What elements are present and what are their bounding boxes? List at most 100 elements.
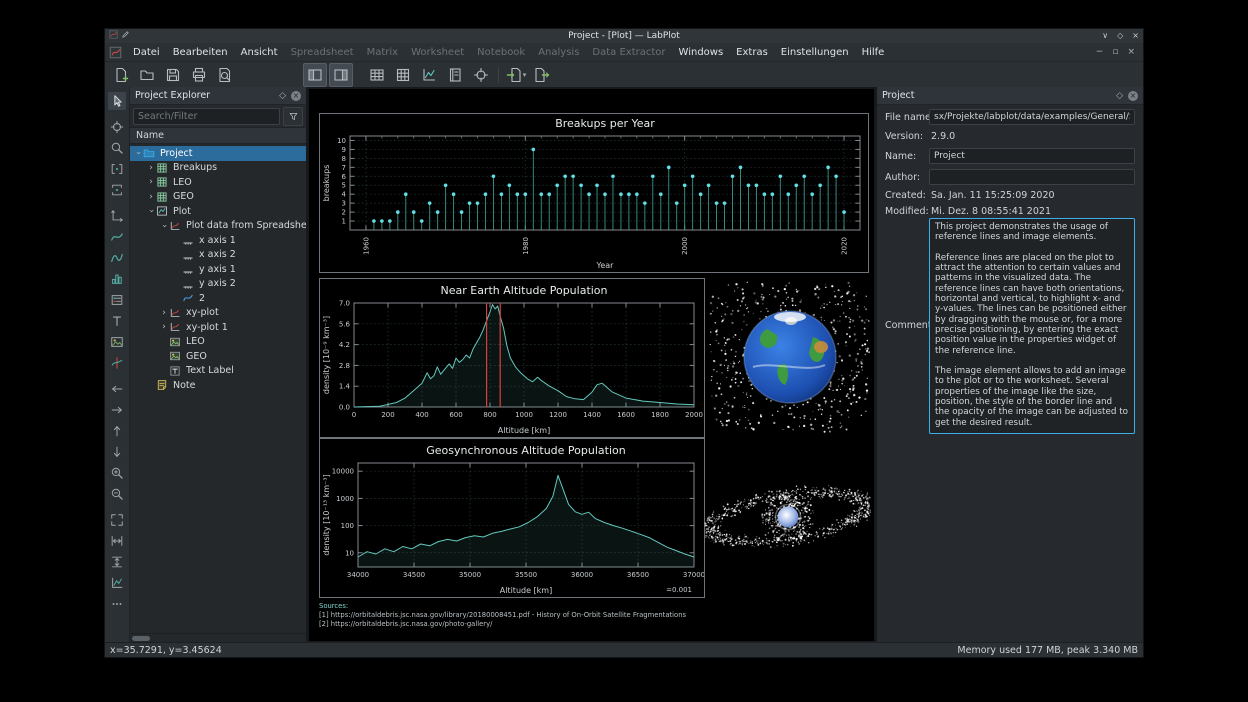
- menu-notebook[interactable]: Notebook: [471, 44, 531, 61]
- tree-item-y-axis-1[interactable]: ›y axis 1: [130, 262, 306, 277]
- scrollbar-thumb[interactable]: [132, 636, 150, 641]
- project-explorer-header[interactable]: Project Explorer ◇ ×: [130, 87, 306, 105]
- geosynchronous-altitude-plot[interactable]: 3400034500350003550036000365003700010100…: [319, 438, 705, 598]
- auto-scale-tool-button[interactable]: [108, 511, 126, 529]
- zoom-out-tool-button[interactable]: [108, 485, 126, 503]
- add-histogram-tool-button[interactable]: [108, 270, 126, 288]
- tree-item-y-axis-2[interactable]: ›y axis 2: [130, 277, 306, 292]
- menu-datei[interactable]: Datei: [127, 44, 166, 61]
- mdi-restore-button[interactable]: ▫: [1108, 47, 1122, 57]
- shift-left-tool-button[interactable]: [108, 380, 126, 398]
- select-tool-button[interactable]: [108, 92, 126, 110]
- worksheet-canvas[interactable]: 196019802000202012345678910Breakups per …: [309, 89, 874, 641]
- data-extractor-button[interactable]: [469, 63, 493, 87]
- tree-item-xy-plot[interactable]: ›xy-plot: [130, 306, 306, 321]
- menu-windows[interactable]: Windows: [673, 44, 730, 61]
- file-name-input[interactable]: [929, 109, 1135, 125]
- tree-item-geo[interactable]: ›GEO: [130, 190, 306, 205]
- float-dock-icon[interactable]: ◇: [1116, 91, 1123, 101]
- tree-item-note[interactable]: ›Note: [130, 378, 306, 393]
- crosshair-tool-button[interactable]: [108, 118, 126, 136]
- tree-expander-icon[interactable]: ›: [159, 322, 169, 332]
- shift-right-tool-button[interactable]: [108, 401, 126, 419]
- add-equation-curve-tool-button[interactable]: [108, 249, 126, 267]
- close-dock-icon[interactable]: ×: [291, 91, 301, 101]
- zoom-y-select-tool-button[interactable]: [108, 181, 126, 199]
- tree-item-breakups[interactable]: ›Breakups: [130, 161, 306, 176]
- new-matrix-button[interactable]: [391, 63, 415, 87]
- worksheet-view[interactable]: 196019802000202012345678910Breakups per …: [307, 87, 876, 643]
- float-dock-icon[interactable]: ◇: [279, 91, 286, 101]
- add-curve-tool-button[interactable]: [108, 228, 126, 246]
- properties-header[interactable]: Project ◇ ×: [877, 87, 1143, 105]
- tree-expander-icon[interactable]: ›: [133, 148, 143, 158]
- save-project-button[interactable]: [161, 63, 185, 87]
- menu-hilfe[interactable]: Hilfe: [856, 44, 891, 61]
- menu-data-extractor[interactable]: Data Extractor: [586, 44, 671, 61]
- search-filter-input[interactable]: [133, 108, 280, 125]
- minimize-button[interactable]: ∨: [1102, 29, 1108, 43]
- tree-item-x-axis-1[interactable]: ›x axis 1: [130, 233, 306, 248]
- toggle-properties-dock-button[interactable]: [329, 63, 353, 87]
- geo-debris-image[interactable]: [704, 441, 872, 593]
- zoom-in-tool-button[interactable]: [108, 464, 126, 482]
- toggle-project-explorer-button[interactable]: [303, 63, 327, 87]
- tree-item-plot[interactable]: ›Plot: [130, 204, 306, 219]
- add-reference-line-tool-button[interactable]: [108, 354, 126, 372]
- mdi-close-button[interactable]: ×: [1123, 47, 1139, 57]
- auto-scale-y-tool-button[interactable]: [108, 553, 126, 571]
- tree-item-leo[interactable]: ›LEO: [130, 175, 306, 190]
- menu-spreadsheet[interactable]: Spreadsheet: [285, 44, 360, 61]
- add-text-label-tool-button[interactable]: [108, 312, 126, 330]
- menu-worksheet[interactable]: Worksheet: [405, 44, 470, 61]
- tree-item-plot-data-from-spreadsheet[interactable]: ›Plot data from Spreadsheet: [130, 219, 306, 234]
- zoom-select-tool-button[interactable]: [108, 139, 126, 157]
- tree-expander-icon[interactable]: ›: [159, 221, 169, 231]
- tree-expander-icon[interactable]: ›: [146, 163, 156, 173]
- tree-expander-icon[interactable]: ›: [146, 192, 156, 202]
- comment-textarea[interactable]: This project demonstrates the usage of r…: [929, 218, 1135, 434]
- close-dock-icon[interactable]: ×: [1128, 91, 1138, 101]
- tree-item-project[interactable]: ›Project: [130, 146, 306, 161]
- menu-extras[interactable]: Extras: [730, 44, 774, 61]
- import-button[interactable]: ▾: [504, 63, 528, 87]
- dropdown-caret-icon[interactable]: ▾: [523, 71, 527, 79]
- auto-scale-x-tool-button[interactable]: [108, 532, 126, 550]
- near-earth-altitude-plot[interactable]: 02004006008001000120014001600180020000.0…: [319, 278, 705, 438]
- add-image-tool-button[interactable]: [108, 333, 126, 351]
- tree-column-header[interactable]: Name: [130, 127, 306, 144]
- add-axis-tool-button[interactable]: [108, 207, 126, 225]
- tree-item-2[interactable]: ›2: [130, 291, 306, 306]
- mdi-minimize-button[interactable]: −: [1092, 47, 1108, 57]
- author-input[interactable]: [929, 169, 1135, 185]
- more-tools-button[interactable]: [108, 595, 126, 613]
- add-plot-tool-button[interactable]: [108, 574, 126, 592]
- shift-down-tool-button[interactable]: [108, 443, 126, 461]
- open-project-button[interactable]: [135, 63, 159, 87]
- titlebar[interactable]: Project - [Plot] — LabPlot ∨ ◇ ×: [105, 29, 1143, 43]
- new-project-button[interactable]: [109, 63, 133, 87]
- tree-expander-icon[interactable]: ›: [159, 308, 169, 318]
- new-worksheet-button[interactable]: [417, 63, 441, 87]
- new-notebook-button[interactable]: [443, 63, 467, 87]
- print-button[interactable]: [187, 63, 211, 87]
- maximize-button[interactable]: ◇: [1117, 29, 1123, 43]
- tree-item-xy-plot-1[interactable]: ›xy-plot 1: [130, 320, 306, 335]
- tree-item-text-label[interactable]: ›Text Label: [130, 364, 306, 379]
- print-preview-button[interactable]: [213, 63, 237, 87]
- tree-item-geo[interactable]: ›GEO: [130, 349, 306, 364]
- menu-einstellungen[interactable]: Einstellungen: [775, 44, 855, 61]
- name-input[interactable]: [929, 148, 1135, 164]
- new-spreadsheet-button[interactable]: [365, 63, 389, 87]
- shift-up-tool-button[interactable]: [108, 422, 126, 440]
- sources-text-label[interactable]: Sources: [1] https://orbitaldebris.jsc.n…: [319, 602, 686, 628]
- add-legend-tool-button[interactable]: [108, 291, 126, 309]
- leo-debris-image[interactable]: [709, 281, 871, 433]
- close-button[interactable]: ×: [1132, 29, 1139, 43]
- tree-expander-icon[interactable]: ›: [146, 206, 156, 216]
- menu-matrix[interactable]: Matrix: [361, 44, 404, 61]
- tree-item-x-axis-2[interactable]: ›x axis 2: [130, 248, 306, 263]
- menu-ansicht[interactable]: Ansicht: [235, 44, 284, 61]
- breakups-per-year-plot[interactable]: 196019802000202012345678910Breakups per …: [319, 113, 869, 273]
- export-button[interactable]: [530, 63, 554, 87]
